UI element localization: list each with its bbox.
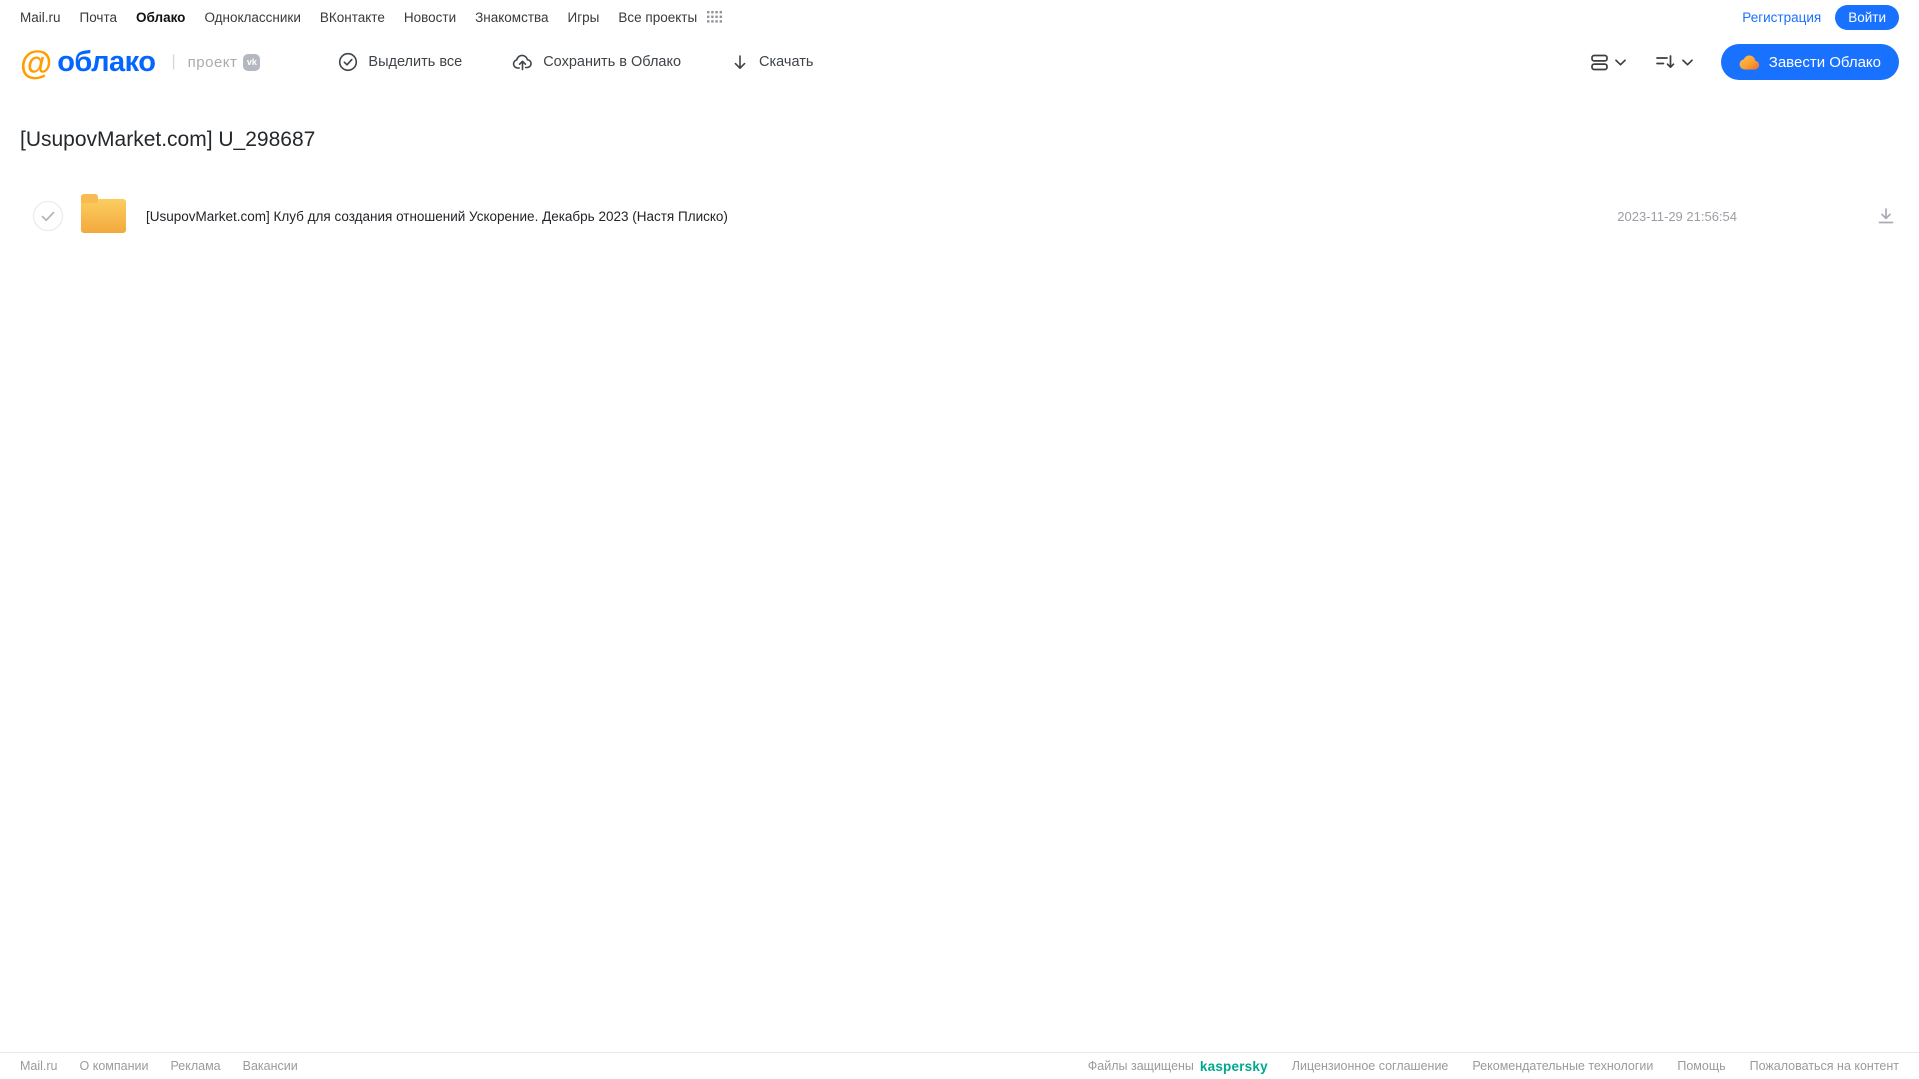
- footer-link-about[interactable]: О компании: [80, 1059, 149, 1073]
- cloud-logo-text: облако: [57, 45, 156, 78]
- login-button[interactable]: Войти: [1835, 4, 1899, 30]
- kaspersky-logo[interactable]: kaspersky: [1200, 1059, 1268, 1074]
- view-mode-dropdown[interactable]: [1587, 50, 1630, 75]
- footer: Mail.ru О компании Реклама Вакансии Файл…: [0, 1052, 1919, 1079]
- check-circle-icon: [338, 52, 358, 72]
- portal-links: Mail.ru Почта Облако Одноклассники ВКонт…: [20, 10, 697, 25]
- get-cloud-label: Завести Облако: [1768, 53, 1881, 71]
- sort-icon: [1655, 54, 1675, 70]
- topnav-link-news[interactable]: Новости: [404, 10, 456, 25]
- footer-link-jobs[interactable]: Вакансии: [243, 1059, 298, 1073]
- topnav-link-vkontakte[interactable]: ВКонтакте: [320, 10, 385, 25]
- topnav-link-dating[interactable]: Знакомства: [475, 10, 548, 25]
- logo-divider: |: [171, 53, 176, 70]
- file-name[interactable]: [UsupovMarket.com] Клуб для создания отн…: [146, 209, 728, 224]
- topnav-link-cloud[interactable]: Облако: [136, 10, 185, 25]
- list-view-icon: [1590, 54, 1608, 71]
- cloud-logo[interactable]: @ облако | проект vk: [20, 43, 261, 81]
- save-to-cloud-button[interactable]: Сохранить в Облако: [512, 52, 681, 72]
- portal-topnav: Mail.ru Почта Облако Одноклассники ВКонт…: [0, 0, 1919, 34]
- save-to-cloud-label: Сохранить в Облако: [543, 54, 682, 70]
- topnav-auth: Регистрация Войти: [1742, 4, 1899, 30]
- topnav-link-mailru[interactable]: Mail.ru: [20, 10, 61, 25]
- file-row[interactable]: [UsupovMarket.com] Клуб для создания отн…: [0, 194, 1919, 236]
- page-title: [UsupovMarket.com] U_298687: [20, 128, 316, 151]
- get-cloud-button[interactable]: Завести Облако: [1720, 44, 1899, 80]
- download-icon: [1878, 208, 1894, 224]
- select-all-button[interactable]: Выделить все: [338, 52, 462, 72]
- download-button[interactable]: Скачать: [731, 53, 813, 72]
- footer-link-recommendation-tech[interactable]: Рекомендательные технологии: [1472, 1059, 1653, 1073]
- footer-link-mailru[interactable]: Mail.ru: [20, 1059, 58, 1073]
- download-arrow-icon: [731, 53, 749, 72]
- check-icon: [41, 211, 55, 221]
- topnav-link-odnoklassniki[interactable]: Одноклассники: [204, 10, 300, 25]
- footer-link-license[interactable]: Лицензионное соглашение: [1292, 1059, 1449, 1073]
- cloud-public-page: Mail.ru Почта Облако Одноклассники ВКонт…: [0, 0, 1919, 1079]
- chevron-down-icon: [1681, 58, 1693, 66]
- toolbar: @ облако | проект vk Выделить все Сохран…: [0, 34, 1919, 90]
- footer-link-ads[interactable]: Реклама: [170, 1059, 220, 1073]
- topnav-link-games[interactable]: Игры: [568, 10, 600, 25]
- chevron-down-icon: [1614, 58, 1626, 66]
- topnav-link-all-projects[interactable]: Все проекты: [618, 10, 697, 25]
- download-label: Скачать: [759, 54, 814, 70]
- footer-left-links: Mail.ru О компании Реклама Вакансии: [20, 1059, 298, 1073]
- kaspersky-protection: Файлы защищены kaspersky: [1088, 1059, 1268, 1074]
- cloud-icon: [1739, 54, 1760, 70]
- footer-link-help[interactable]: Помощь: [1677, 1059, 1725, 1073]
- vk-logo-icon: vk: [243, 53, 261, 71]
- select-all-label: Выделить все: [368, 54, 463, 70]
- mailru-at-icon: @: [20, 43, 53, 81]
- registration-link[interactable]: Регистрация: [1742, 10, 1821, 25]
- toolbar-right: Завести Облако: [1587, 44, 1899, 80]
- row-checkbox[interactable]: [33, 201, 63, 231]
- file-actions: Выделить все Сохранить в Облако Скачать: [338, 52, 813, 72]
- row-download-button[interactable]: [1875, 205, 1897, 227]
- topnav-link-mail[interactable]: Почта: [80, 10, 118, 25]
- folder-icon: [81, 194, 126, 233]
- sort-dropdown[interactable]: [1652, 50, 1697, 74]
- cloud-upload-icon: [512, 52, 533, 72]
- apps-grid-icon[interactable]: [707, 11, 723, 23]
- file-date: 2023-11-29 21:56:54: [1617, 208, 1737, 224]
- footer-right-links: Файлы защищены kaspersky Лицензионное со…: [1088, 1059, 1899, 1074]
- project-label: проект: [187, 53, 238, 71]
- main-content: [UsupovMarket.com] U_298687 [UsupovMarke…: [0, 128, 1919, 236]
- protected-label: Файлы защищены: [1087, 1059, 1194, 1073]
- footer-link-report-content[interactable]: Пожаловаться на контент: [1750, 1059, 1899, 1073]
